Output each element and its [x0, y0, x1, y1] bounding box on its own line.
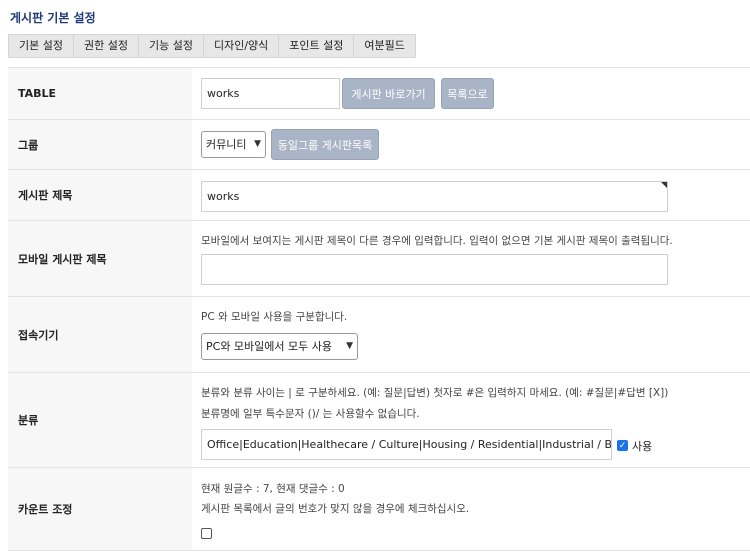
tab-point-settings[interactable]: 포인트 설정 — [279, 35, 355, 57]
row-subject: 게시판 제목 works — [8, 170, 750, 221]
group-select-value: 커뮤니티 — [206, 138, 247, 151]
row-count-adjust: 카운트 조정 현재 원글수 : 7, 현재 댓글수 : 0 게시판 목록에서 글… — [8, 468, 750, 551]
tab-feature-settings[interactable]: 기능 설정 — [139, 35, 204, 57]
row-label-group: 그룹 — [8, 120, 192, 169]
back-to-list-button[interactable]: 목록으로 — [441, 78, 494, 109]
row-label-subject: 게시판 제목 — [8, 170, 192, 220]
category-help-2: 분류명에 일부 특수문자 ()/ 는 사용할수 없습니다. — [201, 408, 420, 420]
row-category: 분류 분류와 분류 사이는 | 로 구분하세요. (예: 질문|답변) 첫자로 … — [8, 373, 750, 468]
settings-tabs: 기본 설정 권한 설정 기능 설정 디자인/양식 포인트 설정 여분필드 — [8, 34, 416, 58]
row-table: TABLE works 게시판 바로가기 목록으로 — [8, 68, 750, 120]
row-mobile-subject: 모바일 게시판 제목 모바일에서 보여지는 게시판 제목이 다른 경우에 입력합… — [8, 221, 750, 297]
tab-extra-fields[interactable]: 여분필드 — [354, 35, 414, 57]
count-adjust-checkbox[interactable] — [201, 528, 212, 539]
tab-basic-settings[interactable]: 기본 설정 — [9, 35, 74, 57]
mobile-subject-help: 모바일에서 보여지는 게시판 제목이 다른 경우에 입력합니다. 입력이 없으면… — [201, 235, 673, 247]
count-current-text: 현재 원글수 : 7, 현재 댓글수 : 0 — [201, 483, 345, 495]
board-subject-input[interactable]: works — [201, 181, 668, 212]
row-label-device: 접속기기 — [8, 297, 192, 372]
same-group-list-button[interactable]: 동일그룹 게시판목록 — [271, 129, 379, 160]
device-select[interactable]: PC와 모바일에서 모두 사용 ▼ — [201, 333, 358, 360]
device-select-value: PC와 모바일에서 모두 사용 — [206, 340, 333, 353]
goto-board-button[interactable]: 게시판 바로가기 — [342, 78, 435, 109]
row-device: 접속기기 PC 와 모바일 사용을 구분합니다. PC와 모바일에서 모두 사용… — [8, 297, 750, 373]
category-list-input[interactable]: Office|Education|Healthecare / Culture|H… — [201, 429, 612, 460]
chevron-down-icon: ▼ — [346, 341, 353, 351]
row-label-category: 분류 — [8, 373, 192, 467]
tab-design-format[interactable]: 디자인/양식 — [204, 35, 280, 57]
resize-corner-icon — [661, 182, 667, 188]
row-label-count-adjust: 카운트 조정 — [8, 468, 192, 550]
category-help-1: 분류와 분류 사이는 | 로 구분하세요. (예: 질문|답변) 첫자로 #은 … — [201, 387, 669, 399]
chevron-down-icon: ▼ — [254, 139, 261, 149]
page-title: 게시판 기본 설정 — [10, 11, 96, 25]
category-use-label: 사용 — [632, 440, 653, 453]
mobile-subject-input[interactable] — [201, 254, 668, 285]
category-use-checkbox[interactable]: ✓ — [617, 440, 628, 451]
settings-form-table: TABLE works 게시판 바로가기 목록으로 그룹 커뮤니티 ▼ 동일그룹… — [8, 67, 750, 551]
group-select[interactable]: 커뮤니티 ▼ — [201, 131, 266, 158]
tab-permission-settings[interactable]: 권한 설정 — [74, 35, 139, 57]
count-help: 게시판 목록에서 글의 번호가 맞지 않을 경우에 체크하십시오. — [201, 503, 470, 515]
row-group: 그룹 커뮤니티 ▼ 동일그룹 게시판목록 — [8, 120, 750, 170]
table-name-input[interactable]: works — [201, 78, 340, 109]
board-subject-value: works — [207, 190, 240, 203]
row-label-mobile-subject: 모바일 게시판 제목 — [8, 221, 192, 296]
row-label-table: TABLE — [8, 68, 192, 119]
device-help: PC 와 모바일 사용을 구분합니다. — [201, 311, 348, 323]
